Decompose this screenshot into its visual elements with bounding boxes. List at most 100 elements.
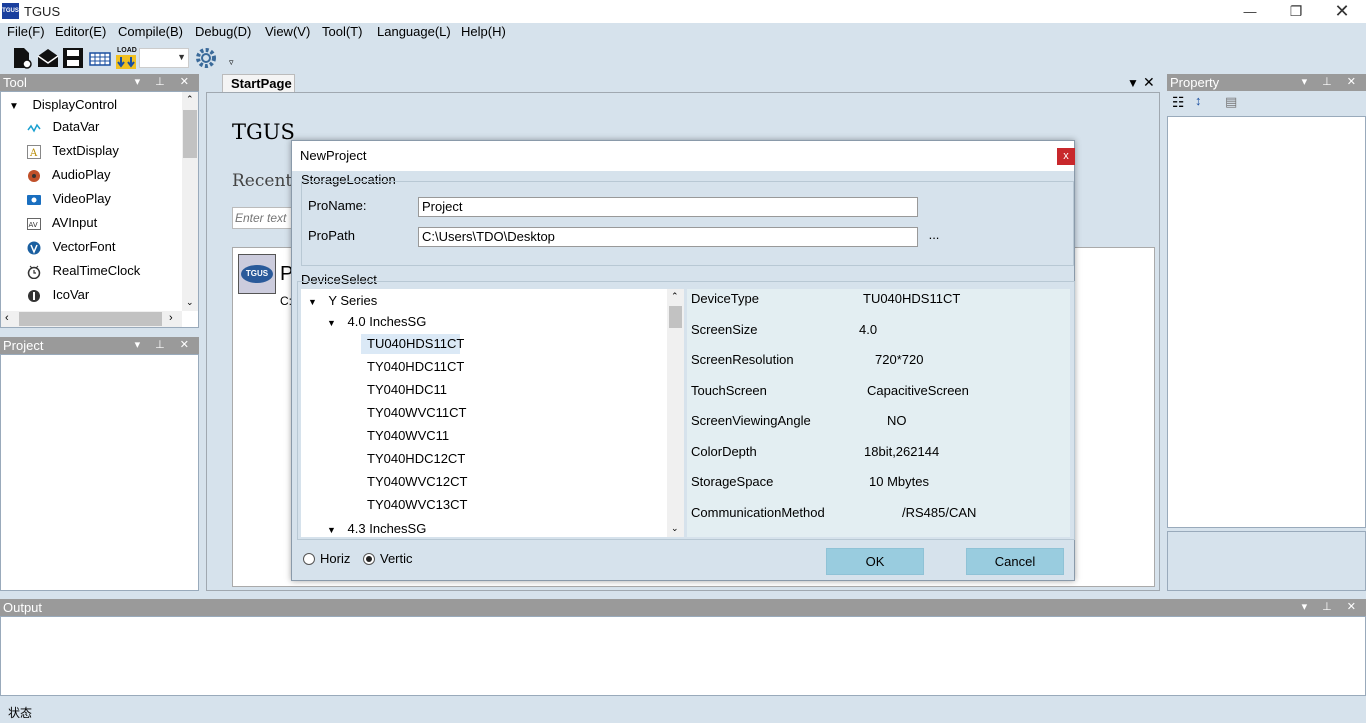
proname-input[interactable]: Project [418,197,918,217]
menu-file[interactable]: File(F) [7,24,45,39]
tree-series[interactable]: ▼ Y Series [308,293,377,308]
menu-view[interactable]: View(V) [265,24,310,39]
tool-item-label: TextDisplay [52,143,119,158]
load-label: LOAD [117,47,137,54]
panel-controls[interactable]: ▾ ⊥ ✕ [1302,599,1362,616]
toolbar-combo[interactable]: ▼ [139,48,189,68]
radio-vertic[interactable] [363,553,375,565]
prop-storagespace-value: 10 Mbytes [869,474,929,489]
vector-font-icon [27,241,41,255]
radio-horiz[interactable] [303,553,315,565]
prop-devicetype-value: TU040HDS11CT [863,291,961,306]
cancel-button[interactable]: Cancel [966,548,1064,575]
device-item[interactable]: TY040HDC11 [367,382,447,397]
device-tree: ▼ Y Series ▼ 4.0 InchesSG TU040HDS11CT T… [301,289,684,537]
save-icon[interactable] [62,47,84,69]
tree-root-displaycontrol[interactable]: ▼ DisplayControl [9,93,117,117]
scroll-down-icon[interactable]: ⌄ [186,297,194,308]
radio-vertic-label: Vertic [380,551,413,566]
restore-icon: ❐ [1289,3,1303,19]
menu-language[interactable]: Language(L) [377,24,451,39]
panel-controls[interactable]: ▾ ⊥ ✕ [135,74,195,91]
storage-group: ProName: Project ProPath C:\Users\TDO\De… [301,181,1074,266]
scroll-left-icon[interactable]: ‹ [5,312,9,324]
tool-item-avinput[interactable]: AV AVInput [27,211,97,235]
menu-editor[interactable]: Editor(E) [55,24,106,39]
window-title: TGUS [24,4,61,19]
tool-item-realtimeclock[interactable]: RealTimeClock [27,259,140,283]
menu-help[interactable]: Help(H) [461,24,506,39]
toolbar: LOAD ▼ ▿ [0,42,1366,72]
minimize-button[interactable]: — [1227,0,1273,23]
prop-resolution-label: ScreenResolution [691,352,794,367]
vertical-scrollbar[interactable]: ⌃ ⌄ [182,92,198,311]
load-button[interactable]: LOAD [115,47,137,69]
categorized-icon[interactable]: ☷ [1172,94,1185,111]
scroll-up-icon[interactable]: ⌃ [186,94,194,105]
sort-az-icon[interactable]: ↕ [1195,93,1202,108]
tool-item-textdisplay[interactable]: A TextDisplay [27,139,119,163]
new-project-dialog: NewProject x StorageLocation ProName: Pr… [291,140,1075,581]
tool-item-audioplay[interactable]: AudioPlay [27,163,110,187]
device-item[interactable]: TY040HDC11CT [367,359,464,374]
toolbar-overflow-icon[interactable]: ▿ [229,57,234,68]
doc-dropdown-icon[interactable]: ▼ [1127,76,1139,90]
text-icon: A [27,144,41,159]
menu-compile[interactable]: Compile(B) [118,24,183,39]
scroll-right-icon[interactable]: › [169,312,173,324]
tool-item-label: IcoVar [52,287,90,302]
dialog-close-button[interactable]: x [1057,148,1075,165]
menu-debug[interactable]: Debug(D) [195,24,251,39]
prop-touchscreen-value: CapacitiveScreen [867,383,969,398]
browse-button[interactable]: ... [922,227,946,247]
prop-resolution-value: 720*720 [875,352,924,367]
property-grid [1167,116,1366,528]
property-description [1167,531,1366,591]
device-group: ▼ Y Series ▼ 4.0 InchesSG TU040HDS11CT T… [297,281,1075,540]
prop-storagespace-label: StorageSpace [691,474,774,489]
close-window-button[interactable]: ✕ [1319,0,1365,23]
ok-button[interactable]: OK [826,548,924,575]
device-item[interactable]: TY040WVC13CT [367,497,467,512]
tree-group-43[interactable]: ▼ 4.3 InchesSG [327,521,426,536]
prop-colordepth-value: 18bit,262144 [864,444,940,459]
scroll-thumb[interactable] [183,110,197,158]
status-bar: 状态 [0,703,1366,723]
device-item-selected[interactable]: TU040HDS11CT [361,334,464,354]
av-icon: AV [27,217,41,230]
tab-startpage[interactable]: StartPage [222,74,295,93]
device-item[interactable]: TY040WVC11CT [367,405,466,420]
settings-gear-icon[interactable] [195,47,217,69]
scroll-down-icon[interactable]: ⌄ [671,523,679,534]
minimize-icon: — [1243,4,1257,19]
property-pages-icon[interactable]: ▤ [1225,94,1237,110]
prop-viewingangle-label: ScreenViewingAngle [691,413,811,428]
tool-item-icovar[interactable]: IcoVar [27,283,89,307]
property-panel-title: Property [1170,75,1220,90]
propath-label: ProPath [308,228,355,243]
tool-item-vectorfont[interactable]: VectorFont [27,235,116,259]
output-panel [0,616,1366,696]
device-item[interactable]: TY040HDC12CT [367,451,465,466]
property-panel-header: Property ▾ ⊥ ✕ [1167,74,1366,91]
device-item[interactable]: TY040WVC11 [367,428,449,443]
tool-item-datavar[interactable]: DataVar [27,115,99,139]
compile-grid-icon[interactable] [89,47,111,69]
scroll-thumb[interactable] [669,306,682,328]
scroll-up-icon[interactable]: ⌃ [671,291,679,302]
panel-controls[interactable]: ▾ ⊥ ✕ [135,337,195,354]
tool-item-videoplay[interactable]: VideoPlay [27,187,111,211]
new-file-icon[interactable] [11,47,33,69]
expand-arrow-icon: ▼ [9,101,19,112]
menu-tool[interactable]: Tool(T) [322,24,362,39]
tree-scrollbar[interactable]: ⌃ ⌄ [667,289,684,537]
device-item[interactable]: TY040WVC12CT [367,474,467,489]
restore-button[interactable]: ❐ [1273,0,1319,23]
open-mail-icon[interactable] [37,47,59,69]
propath-input[interactable]: C:\Users\TDO\Desktop [418,227,918,247]
tree-group-40[interactable]: ▼ 4.0 InchesSG [327,314,426,329]
horizontal-scrollbar[interactable]: ‹ › [1,311,182,327]
scroll-thumb-h[interactable] [19,312,162,326]
panel-controls[interactable]: ▾ ⊥ ✕ [1302,74,1362,91]
doc-close-icon[interactable]: ✕ [1143,74,1155,91]
